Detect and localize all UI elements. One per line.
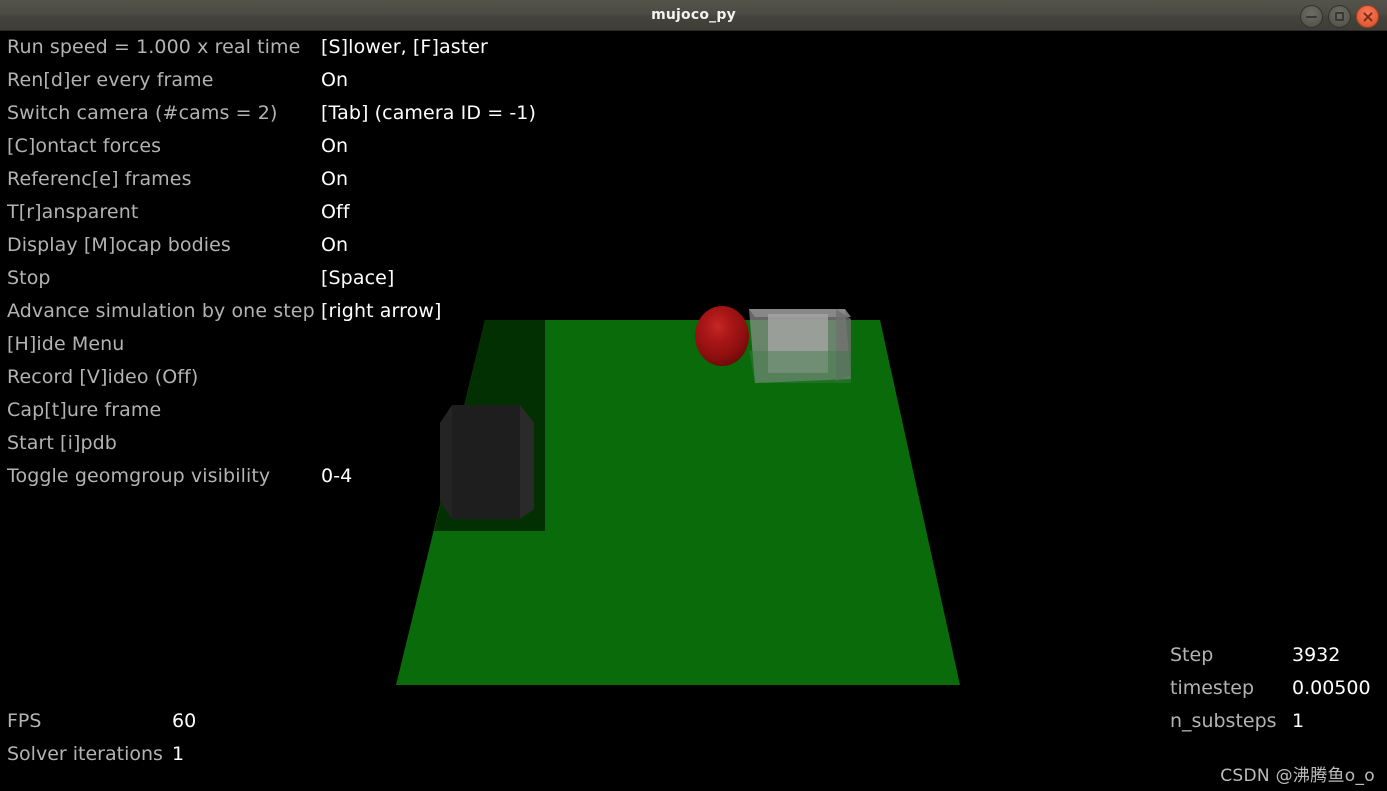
minimize-icon [1306,15,1317,18]
stat-label: FPS [7,710,42,732]
stat-label: Step [1170,644,1214,666]
simulation-stats: Step 3932 timestep 0.00500 n_substeps 1 [1170,639,1374,738]
stat-row-timestep: timestep 0.00500 [1170,672,1374,705]
stat-value: 1 [1292,710,1305,732]
stat-value: 0.00500 [1292,677,1371,699]
stat-label: timestep [1170,677,1255,699]
red-sphere [695,306,749,366]
stat-value: 60 [172,710,197,732]
stat-label: Solver iterations [7,743,163,765]
maximize-button[interactable] [1328,5,1351,28]
close-button[interactable] [1356,5,1379,28]
window-controls [1300,5,1379,28]
minimize-button[interactable] [1300,5,1323,28]
mocap-box-floor-overlap [749,351,851,383]
mujoco-viewer-window: mujoco_py Run speed = 1.000 x real time … [0,0,1387,791]
stat-value: 3932 [1292,644,1341,666]
stat-label: n_substeps [1170,710,1277,732]
watermark: CSDN @沸腾鱼o_o [1220,766,1375,786]
stat-row-fps: FPS 60 [0,705,400,738]
stat-row-step: Step 3932 [1170,639,1374,672]
stat-row-n-substeps: n_substeps 1 [1170,705,1374,738]
maximize-icon [1335,12,1344,21]
window-title: mujoco_py [651,7,736,23]
dark-box-left-face [440,405,452,519]
performance-stats: FPS 60 Solver iterations 1 [0,705,400,771]
dark-box-front [452,405,520,519]
simulation-viewport[interactable]: Run speed = 1.000 x real time [S]lower, … [0,31,1387,791]
stat-value: 1 [172,743,185,765]
dark-box-side [520,405,534,519]
window-titlebar[interactable]: mujoco_py [0,0,1387,31]
stat-row-solver-iterations: Solver iterations 1 [0,738,400,771]
